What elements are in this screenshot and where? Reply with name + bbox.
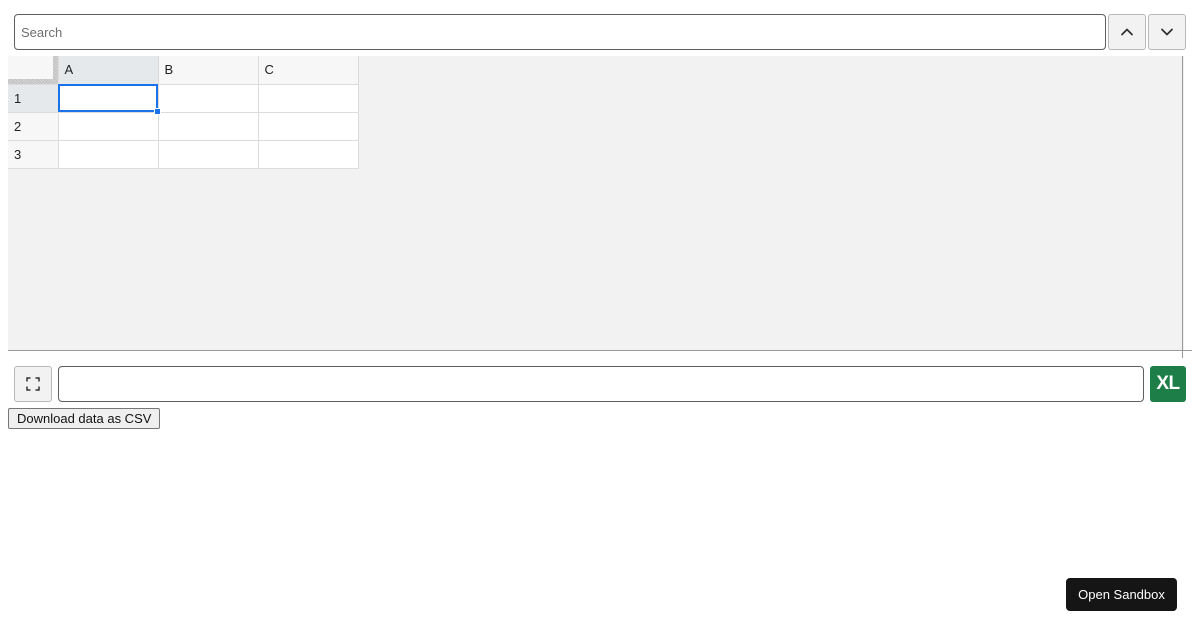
open-sandbox-button[interactable]: Open Sandbox [1066, 578, 1177, 611]
excel-logo-icon: XL [1150, 366, 1186, 402]
cell-c2[interactable] [258, 112, 359, 141]
sheet-row-3: 3 [8, 140, 359, 169]
chevron-up-icon [1121, 28, 1133, 36]
sheet-bottom-border [8, 350, 1192, 351]
search-bar [14, 14, 1186, 50]
cell-b3[interactable] [158, 140, 259, 169]
cell-a2[interactable] [58, 112, 159, 141]
sheet-right-border [1182, 56, 1183, 358]
cell-a3[interactable] [58, 140, 159, 169]
spreadsheet-grid: A B C 1 2 3 [8, 56, 359, 169]
column-header-a[interactable]: A [58, 56, 159, 85]
fill-handle[interactable] [153, 107, 161, 115]
download-csv-button[interactable]: Download data as CSV [8, 408, 161, 429]
fullscreen-button[interactable] [14, 366, 52, 402]
chevron-down-icon [1161, 28, 1173, 36]
cell-c3[interactable] [258, 140, 359, 169]
search-next-button[interactable] [1148, 14, 1186, 50]
cell-c1[interactable] [258, 84, 359, 113]
row-header-1[interactable]: 1 [8, 84, 59, 113]
cell-a1[interactable] [58, 84, 161, 115]
spreadsheet-viewport[interactable]: A B C 1 2 3 [8, 56, 1184, 350]
column-header-row: A B C [8, 56, 359, 85]
sheet-row-1: 1 [8, 84, 359, 115]
row-header-3[interactable]: 3 [8, 140, 59, 169]
cell-b1[interactable] [158, 84, 259, 113]
sheet-row-2: 2 [8, 112, 359, 141]
select-all-corner[interactable] [8, 56, 59, 85]
cell-b2[interactable] [158, 112, 259, 141]
row-header-2[interactable]: 2 [8, 112, 59, 141]
fullscreen-icon [26, 377, 40, 391]
search-input[interactable] [14, 14, 1106, 50]
search-previous-button[interactable] [1108, 14, 1146, 50]
formula-input[interactable] [58, 366, 1144, 402]
column-header-c[interactable]: C [258, 56, 359, 85]
column-header-b[interactable]: B [158, 56, 259, 85]
